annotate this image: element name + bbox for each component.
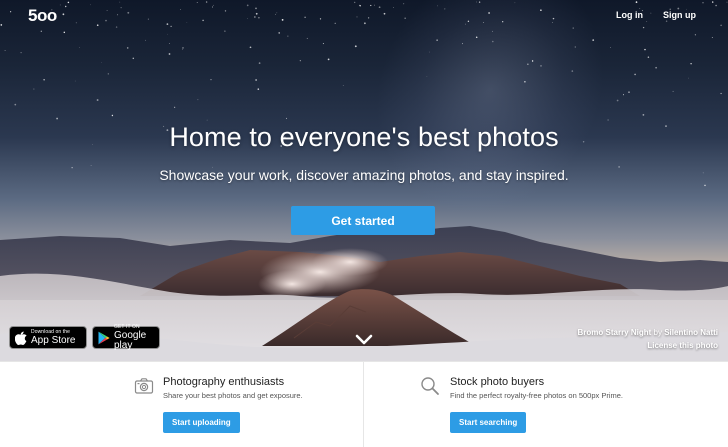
signup-link[interactable]: Sign up bbox=[663, 10, 696, 20]
get-started-button[interactable]: Get started bbox=[291, 206, 435, 235]
buyers-title: Stock photo buyers bbox=[450, 376, 545, 388]
enthusiasts-panel: Photography enthusiasts Share your best … bbox=[0, 362, 364, 447]
photo-credit: Bromo Starry Night by Silentino Natti Li… bbox=[578, 326, 719, 352]
hero-subheadline: Showcase your work, discover amazing pho… bbox=[159, 167, 569, 183]
app-store-label: App Store bbox=[31, 334, 76, 346]
search-icon bbox=[421, 377, 439, 395]
buyers-description: Find the perfect royalty-free photos on … bbox=[450, 391, 624, 400]
app-store-badge[interactable]: Download on the App Store bbox=[9, 326, 87, 349]
login-link[interactable]: Log in bbox=[616, 10, 643, 20]
start-searching-button[interactable]: Start searching bbox=[450, 412, 527, 433]
enthusiasts-title: Photography enthusiasts bbox=[163, 376, 285, 388]
chevron-down-icon[interactable] bbox=[355, 334, 373, 346]
buyers-panel: Stock photo buyers Find the perfect roya… bbox=[364, 362, 728, 447]
license-photo-link[interactable]: License this photo bbox=[647, 341, 718, 350]
photo-title-link[interactable]: Bromo Starry Night bbox=[578, 328, 652, 337]
hero-headline: Home to everyone's best photos bbox=[169, 122, 559, 152]
app-store-small-text: Download on the bbox=[31, 328, 71, 335]
audience-panels: Photography enthusiasts Share your best … bbox=[0, 361, 728, 447]
google-play-icon bbox=[98, 331, 110, 344]
google-play-label: Google play bbox=[114, 329, 147, 351]
hero-section: 5oo Log in Sign up Home to everyone's be… bbox=[0, 0, 728, 361]
apple-icon bbox=[15, 331, 27, 345]
logo[interactable]: 5oo bbox=[28, 6, 57, 26]
photo-credit-by: by bbox=[653, 328, 662, 337]
google-play-badge[interactable]: GET IT ON Google play bbox=[92, 323, 160, 351]
start-uploading-button[interactable]: Start uploading bbox=[163, 412, 240, 433]
google-play-small-text: GET IT ON bbox=[114, 323, 140, 330]
photographer-link[interactable]: Silentino Natti bbox=[664, 328, 718, 337]
camera-icon bbox=[134, 378, 154, 394]
enthusiasts-description: Share your best photos and get exposure. bbox=[163, 391, 303, 400]
